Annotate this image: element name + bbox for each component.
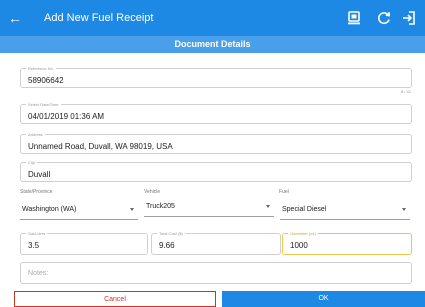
notes-field[interactable]: Notes: [20,262,412,284]
address-label: Address [26,131,45,138]
address-value: Unnamed Road, Duvall, WA 98019, USA [28,142,173,151]
reference-number-field[interactable]: Reference No. 58906642 [20,65,412,88]
page-title: Add New Fuel Receipt [44,12,154,24]
app-bar: ← Add New Fuel Receipt [0,0,425,36]
exit-icon[interactable] [399,8,419,28]
vehicle-label: Vehicle [144,189,161,195]
total-cost-field[interactable]: Total Cost ($) 9.66 [151,230,281,255]
section-header: Document Details [0,36,425,53]
reference-number-label: Reference No. [26,65,56,72]
vehicle-value: Truck205 [146,203,175,210]
date-time-field[interactable]: Select Date/Time 04/01/2019 01:36 AM [20,101,412,124]
chevron-down-icon [130,208,134,211]
refresh-icon[interactable] [374,8,394,28]
odometer-label: Odometer (mi) [288,230,318,237]
character-counter: 8 / 41 [400,89,411,94]
state-label: State/Province [20,189,53,195]
state-value: Washington (WA) [22,206,77,213]
fuel-label: Fuel [279,189,289,195]
address-field[interactable]: Address Unnamed Road, Duvall, WA 98019, … [20,131,412,154]
total-cost-value: 9.66 [159,241,175,250]
date-time-label: Select Date/Time [26,101,61,108]
reference-number-value: 58906642 [28,76,64,85]
gal-liters-field[interactable]: Gal/Liters 3.5 [20,230,148,255]
chevron-down-icon [402,208,406,211]
ok-button[interactable]: OK [222,291,425,307]
cancel-button[interactable]: Cancel [14,291,216,307]
city-label: City [26,159,37,166]
gal-liters-value: 3.5 [28,241,40,250]
city-field[interactable]: City Duvall [20,159,412,182]
fuel-select[interactable]: Special Diesel [280,200,410,220]
total-cost-label: Total Cost ($) [157,230,185,237]
odometer-value: 1000 [290,241,308,250]
scanner-icon[interactable] [344,8,364,28]
odometer-field[interactable]: Odometer (mi) 1000 [282,230,412,255]
back-arrow-icon[interactable]: ← [6,9,24,27]
state-select[interactable]: Washington (WA) [20,200,138,220]
chevron-down-icon [266,205,270,208]
gal-liters-label: Gal/Liters [26,230,48,237]
date-time-value: 04/01/2019 01:36 AM [28,112,105,121]
notes-placeholder: Notes: [28,270,49,277]
vehicle-select[interactable]: Truck205 [144,197,274,217]
city-value: Duvall [28,170,51,179]
fuel-value: Special Diesel [282,206,327,213]
